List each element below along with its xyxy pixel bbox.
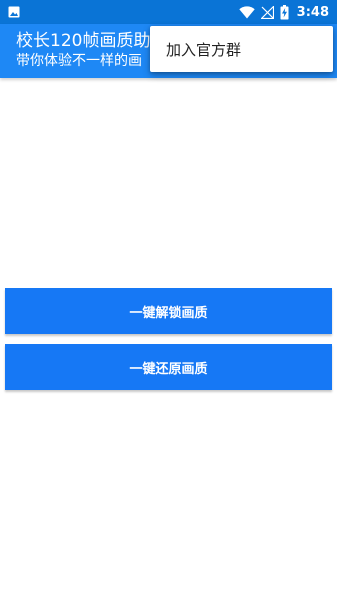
status-time: 3:48: [296, 4, 329, 20]
status-left: [8, 0, 20, 24]
unlock-quality-button[interactable]: 一键解锁画质: [5, 288, 332, 334]
restore-quality-button[interactable]: 一键还原画质: [5, 344, 332, 390]
wifi-icon: [238, 5, 255, 19]
overflow-popup-menu: 加入官方群: [150, 26, 333, 72]
status-bar: 3:48: [0, 0, 337, 24]
menu-item-join-official-group[interactable]: 加入官方群: [150, 26, 333, 72]
battery-charging-icon: [280, 4, 289, 20]
image-notification-icon: [8, 6, 20, 18]
screen: 3:48 校长120帧画质助 带你体验不一样的画 加入官方群 一键解锁画质 一键…: [0, 0, 337, 600]
signal-icon: [260, 5, 274, 19]
status-right: 3:48: [238, 0, 329, 24]
